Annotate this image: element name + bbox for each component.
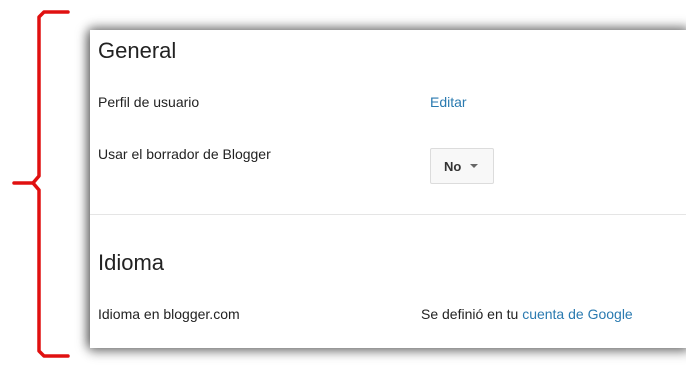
screenshot-stage: General Perfil de usuario Editar Usar el… [0,0,686,366]
language-value-prefix: Se definió en tu [421,306,519,322]
section-title-language: Idioma [98,250,165,275]
blogger-draft-select[interactable]: No [430,148,494,184]
blogger-draft-select-value: No [444,158,462,174]
section-title-general: General [98,38,177,63]
language-label: Idioma en blogger.com [98,306,240,322]
section-divider [90,214,686,215]
language-value: Se definió en tu cuenta de Google [421,306,633,322]
red-bracket-annotation [12,10,70,358]
chevron-down-icon [470,164,479,168]
google-account-link[interactable]: cuenta de Google [522,306,633,322]
edit-profile-link[interactable]: Editar [430,94,467,110]
settings-panel: General Perfil de usuario Editar Usar el… [90,30,686,348]
user-profile-label: Perfil de usuario [98,94,200,110]
blogger-draft-label: Usar el borrador de Blogger [98,146,271,162]
